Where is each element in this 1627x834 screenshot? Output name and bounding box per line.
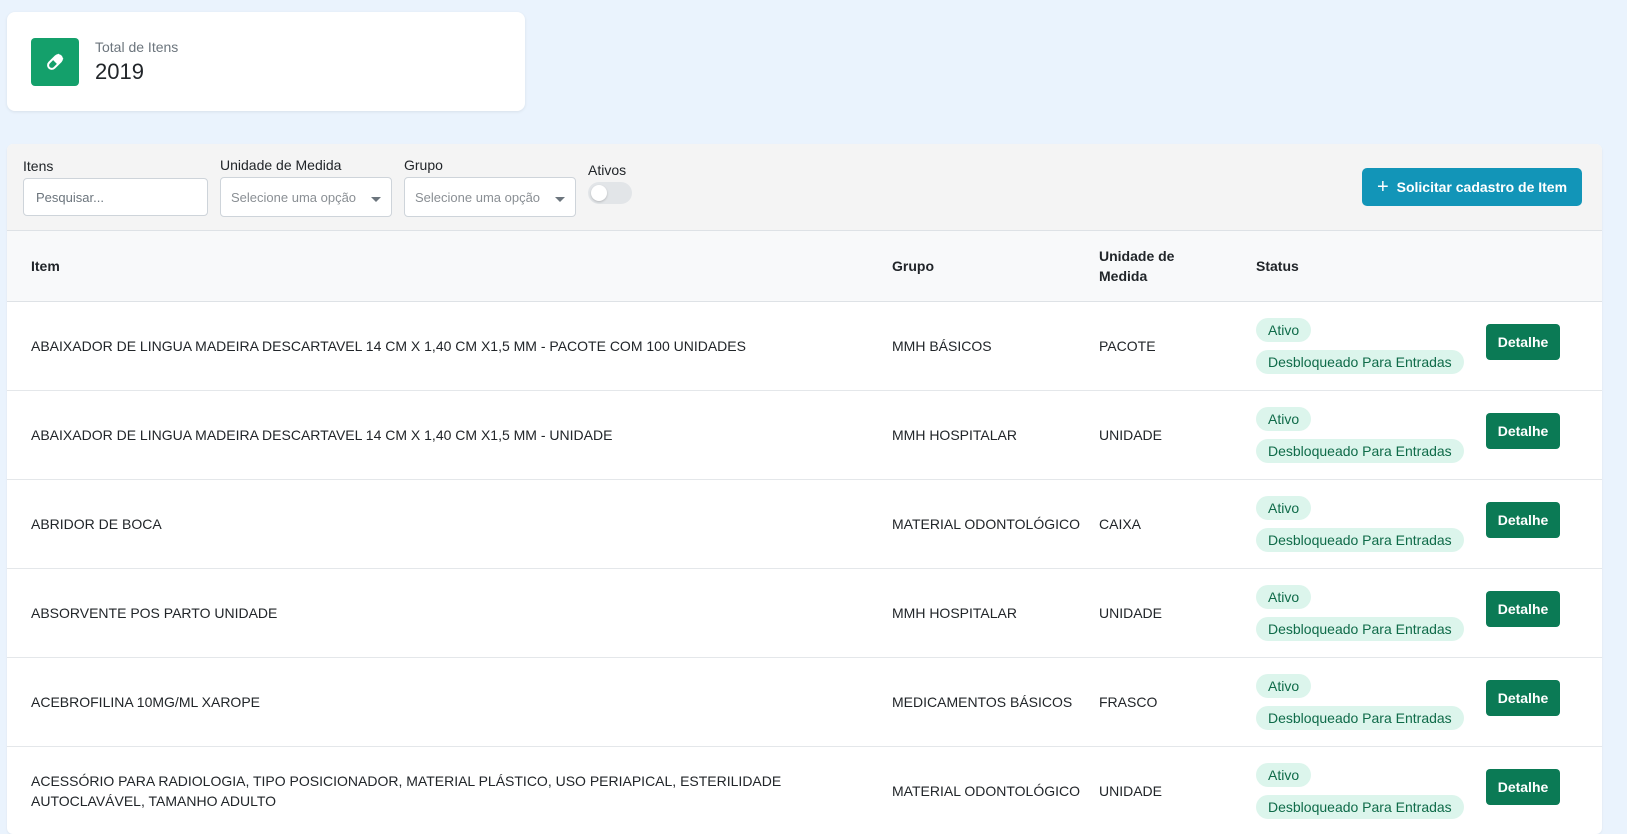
table-row: ACEBROFILINA 10MG/ML XAROPE MEDICAMENTOS…	[7, 657, 1602, 747]
pill-icon	[31, 37, 79, 86]
item-unidade: UNIDADE	[1099, 746, 1256, 834]
item-actions: Detalhe	[1486, 746, 1602, 834]
items-panel: Itens Unidade de Medida Selecione uma op…	[7, 144, 1602, 834]
grupo-label: Grupo	[404, 157, 443, 173]
item-grupo: MEDICAMENTOS BÁSICOS	[892, 657, 1099, 747]
status-badge-ativo: Ativo	[1256, 317, 1312, 342]
item-actions: Detalhe	[1486, 479, 1602, 569]
status-badge-ativo: Ativo	[1256, 406, 1312, 431]
itens-filter: Itens	[23, 158, 208, 216]
header-actions	[1486, 231, 1602, 302]
item-status: Ativo Desbloqueado Para Entradas	[1256, 390, 1486, 480]
item-grupo: MMH HOSPITALAR	[892, 390, 1099, 480]
items-table: Item Grupo Unidade de Medida Status ABAI…	[7, 231, 1602, 834]
item-actions: Detalhe	[1486, 301, 1602, 391]
detail-button[interactable]: Detalhe	[1486, 679, 1560, 716]
ativos-label: Ativos	[588, 162, 627, 178]
unidade-select-placeholder: Selecione uma opção	[231, 189, 357, 205]
table-row: ABAIXADOR DE LINGUA MADEIRA DESCARTAVEL …	[7, 301, 1602, 391]
detail-button[interactable]: Detalhe	[1486, 323, 1560, 360]
request-item-label: Solicitar cadastro de Item	[1396, 179, 1568, 195]
search-input[interactable]	[23, 178, 208, 216]
table-header-row: Item Grupo Unidade de Medida Status	[7, 231, 1602, 302]
item-grupo: MMH BÁSICOS	[892, 301, 1099, 391]
item-status: Ativo Desbloqueado Para Entradas	[1256, 657, 1486, 747]
ativos-toggle[interactable]	[588, 182, 632, 204]
total-items-value: 2019	[95, 58, 144, 84]
item-actions: Detalhe	[1486, 568, 1602, 658]
item-unidade: UNIDADE	[1099, 390, 1256, 480]
header-item[interactable]: Item	[7, 231, 892, 302]
item-unidade: UNIDADE	[1099, 568, 1256, 658]
detail-button[interactable]: Detalhe	[1486, 768, 1560, 805]
item-name: ACESSÓRIO PARA RADIOLOGIA, TIPO POSICION…	[7, 746, 892, 834]
table-row: ABSORVENTE POS PARTO UNIDADE MMH HOSPITA…	[7, 568, 1602, 658]
grupo-select[interactable]: Selecione uma opção	[404, 177, 576, 217]
item-name: ABAIXADOR DE LINGUA MADEIRA DESCARTAVEL …	[7, 301, 892, 391]
header-status[interactable]: Status	[1256, 231, 1486, 302]
item-name: ACEBROFILINA 10MG/ML XAROPE	[7, 657, 892, 747]
detail-button[interactable]: Detalhe	[1486, 590, 1560, 627]
table-row: ABRIDOR DE BOCA MATERIAL ODONTOLÓGICO CA…	[7, 479, 1602, 569]
item-name: ABSORVENTE POS PARTO UNIDADE	[7, 568, 892, 658]
filter-bar: Itens Unidade de Medida Selecione uma op…	[7, 144, 1602, 231]
status-badge-desbloqueado: Desbloqueado Para Entradas	[1256, 705, 1464, 730]
item-status: Ativo Desbloqueado Para Entradas	[1256, 746, 1486, 834]
item-unidade: PACOTE	[1099, 301, 1256, 391]
item-actions: Detalhe	[1486, 390, 1602, 480]
status-badge-desbloqueado: Desbloqueado Para Entradas	[1256, 794, 1464, 819]
item-unidade: FRASCO	[1099, 657, 1256, 747]
status-badge-desbloqueado: Desbloqueado Para Entradas	[1256, 527, 1464, 552]
total-items-label: Total de Itens	[95, 38, 179, 55]
status-badge-desbloqueado: Desbloqueado Para Entradas	[1256, 438, 1464, 463]
unidade-select[interactable]: Selecione uma opção	[220, 177, 392, 217]
grupo-select-placeholder: Selecione uma opção	[415, 189, 541, 205]
status-badge-ativo: Ativo	[1256, 584, 1312, 609]
total-items-card: Total de Itens 2019	[7, 12, 525, 111]
item-status: Ativo Desbloqueado Para Entradas	[1256, 301, 1486, 391]
item-status: Ativo Desbloqueado Para Entradas	[1256, 568, 1486, 658]
item-unidade: CAIXA	[1099, 479, 1256, 569]
unidade-label: Unidade de Medida	[220, 157, 342, 173]
chevron-down-icon	[371, 196, 381, 202]
header-grupo[interactable]: Grupo	[892, 231, 1099, 302]
itens-label: Itens	[23, 158, 54, 174]
status-badge-desbloqueado: Desbloqueado Para Entradas	[1256, 349, 1464, 374]
ativos-filter: Ativos	[588, 162, 632, 204]
status-badge-desbloqueado: Desbloqueado Para Entradas	[1256, 616, 1464, 641]
chevron-down-icon	[555, 196, 565, 202]
table-row: ACESSÓRIO PARA RADIOLOGIA, TIPO POSICION…	[7, 746, 1602, 834]
header-unidade-label: Unidade de Medida	[1099, 247, 1175, 284]
detail-button[interactable]: Detalhe	[1486, 501, 1560, 538]
item-name: ABAIXADOR DE LINGUA MADEIRA DESCARTAVEL …	[7, 390, 892, 480]
status-badge-ativo: Ativo	[1256, 762, 1312, 787]
item-status: Ativo Desbloqueado Para Entradas	[1256, 479, 1486, 569]
detail-button[interactable]: Detalhe	[1486, 412, 1560, 449]
item-grupo: MATERIAL ODONTOLÓGICO	[892, 479, 1099, 569]
toggle-knob	[591, 185, 607, 201]
unidade-filter: Unidade de Medida Selecione uma opção	[220, 157, 392, 217]
plus-icon: +	[1376, 176, 1389, 198]
status-badge-ativo: Ativo	[1256, 495, 1312, 520]
item-actions: Detalhe	[1486, 657, 1602, 747]
request-item-button[interactable]: + Solicitar cadastro de Item	[1362, 168, 1582, 206]
status-badge-ativo: Ativo	[1256, 673, 1312, 698]
item-grupo: MMH HOSPITALAR	[892, 568, 1099, 658]
grupo-filter: Grupo Selecione uma opção	[404, 157, 576, 217]
item-name: ABRIDOR DE BOCA	[7, 479, 892, 569]
table-row: ABAIXADOR DE LINGUA MADEIRA DESCARTAVEL …	[7, 390, 1602, 480]
header-unidade[interactable]: Unidade de Medida	[1099, 231, 1256, 302]
item-grupo: MATERIAL ODONTOLÓGICO	[892, 746, 1099, 834]
